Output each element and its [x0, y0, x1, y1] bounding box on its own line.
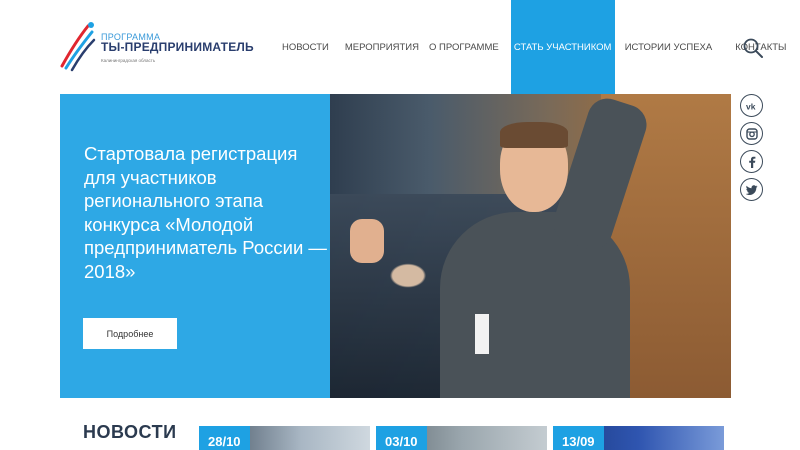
social-links: vk — [740, 94, 764, 206]
nav-item-success-stories[interactable]: ИСТОРИИ УСПЕХА — [625, 0, 713, 94]
facebook-icon[interactable] — [740, 150, 763, 173]
vk-icon[interactable]: vk — [740, 94, 763, 117]
svg-text:vk: vk — [746, 101, 756, 111]
news-heading: НОВОСТИ — [83, 422, 177, 442]
photo-person-hair — [500, 122, 568, 148]
twitter-icon[interactable] — [740, 178, 763, 201]
nav-item-news[interactable]: НОВОСТИ — [282, 0, 329, 94]
logo-mark-icon — [60, 22, 96, 72]
hero-banner: Стартовала регистрация для участников ре… — [60, 94, 731, 398]
search-icon[interactable] — [742, 37, 764, 59]
news-card-date: 28/10 — [199, 426, 250, 450]
hero-photo — [330, 94, 731, 398]
site-logo[interactable]: ПРОГРАММА ТЫ-ПРЕДПРИНИМАТЕЛЬ Калининград… — [58, 20, 254, 72]
photo-badge — [475, 314, 489, 354]
nav-item-events[interactable]: МЕРОПРИЯТИЯ — [345, 0, 419, 94]
hero-text-panel: Стартовала регистрация для участников ре… — [60, 94, 330, 398]
instagram-icon[interactable] — [740, 122, 763, 145]
site-header: ПРОГРАММА ТЫ-ПРЕДПРИНИМАТЕЛЬ Калининград… — [0, 0, 800, 94]
more-button[interactable]: Подробнее — [83, 318, 177, 349]
logo-region: Калининградская область — [101, 58, 156, 63]
news-card[interactable]: 13/09 — [553, 426, 724, 450]
news-card-date: 03/10 — [376, 426, 427, 450]
news-card[interactable]: 03/10 — [376, 426, 547, 450]
nav-item-about[interactable]: О ПРОГРАММЕ — [429, 0, 499, 94]
main-nav: НОВОСТИ МЕРОПРИЯТИЯ О ПРОГРАММЕ СТАТЬ УЧ… — [270, 0, 786, 94]
logo-title: ТЫ-ПРЕДПРИНИМАТЕЛЬ — [101, 40, 254, 54]
news-card[interactable]: 28/10 — [199, 426, 370, 450]
hero-title: Стартовала регистрация для участников ре… — [84, 143, 327, 282]
news-card-date: 13/09 — [553, 426, 604, 450]
photo-thumbs-up — [350, 219, 384, 263]
nav-item-become-participant[interactable]: СТАТЬ УЧАСТНИКОМ — [510, 0, 615, 94]
